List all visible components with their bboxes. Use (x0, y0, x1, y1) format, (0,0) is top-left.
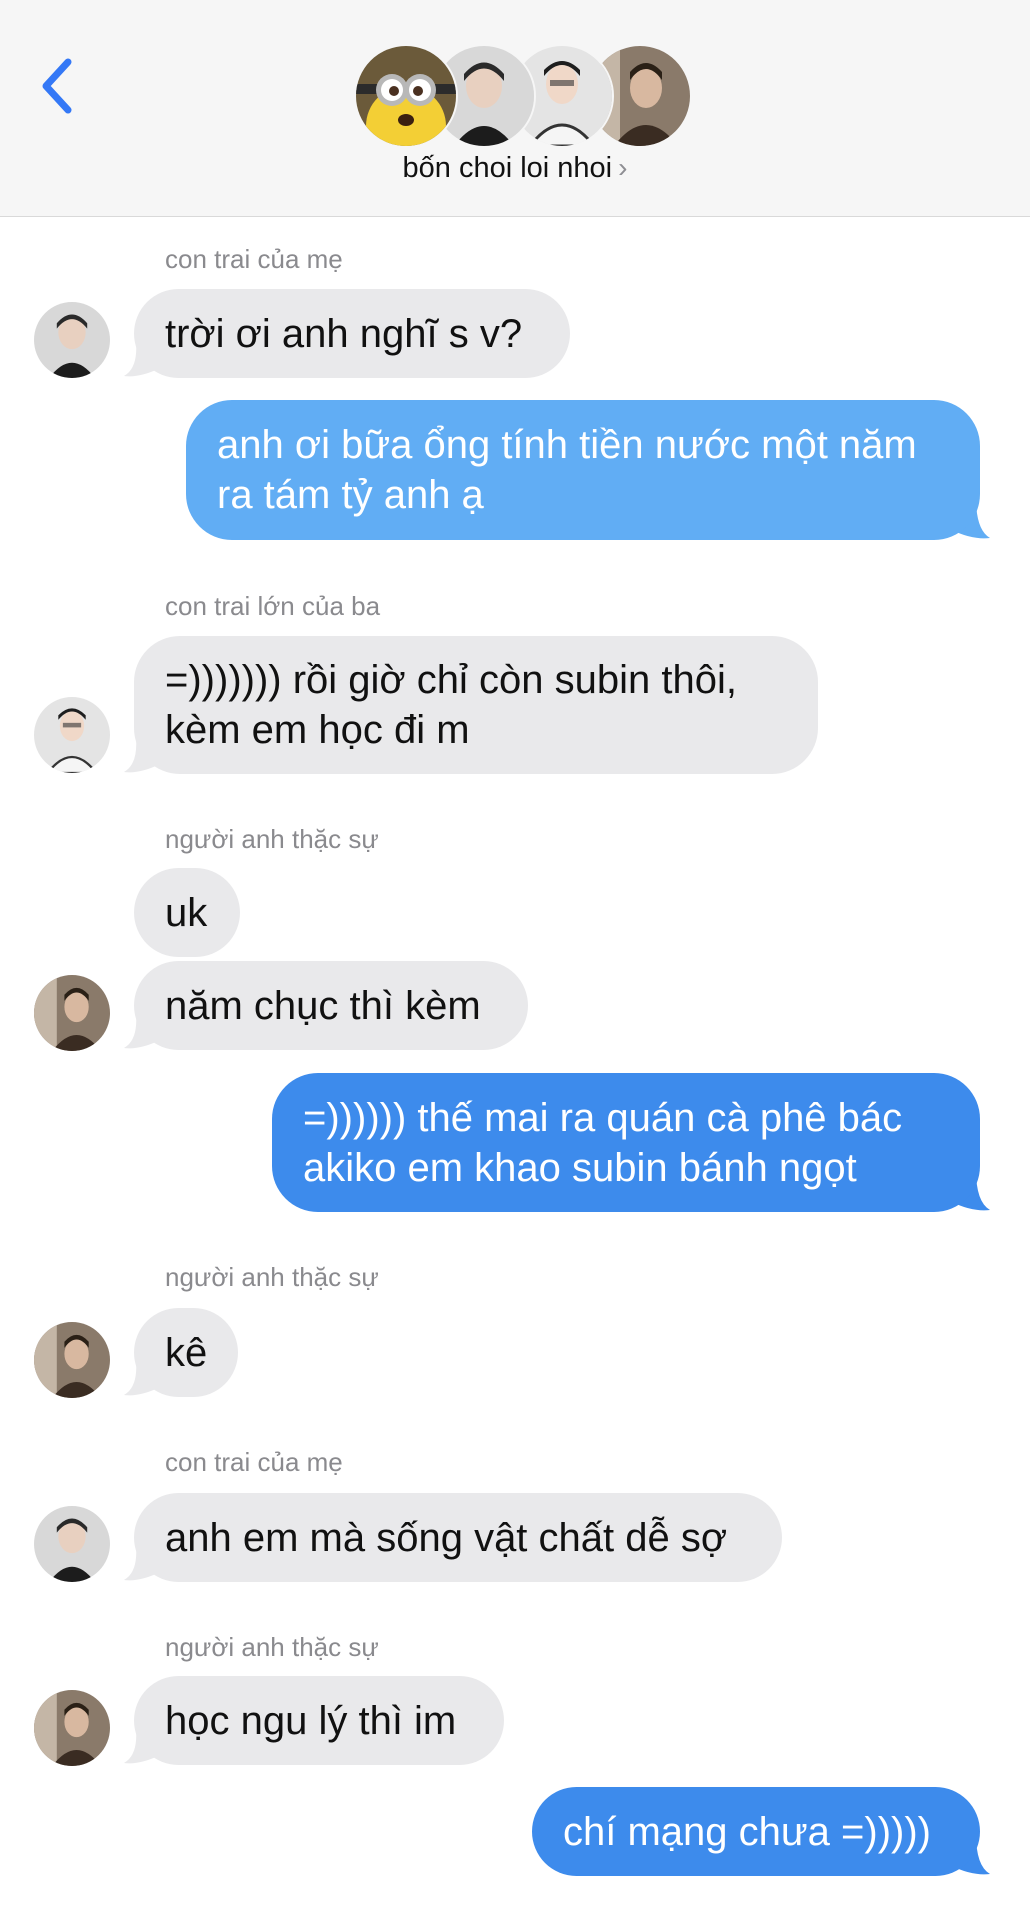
message-bubble[interactable]: =))))))) rồi giờ chỉ còn subin thôi, kèm… (134, 636, 818, 774)
back-button[interactable] (36, 56, 80, 116)
sender-name: người anh thặc sự (165, 1632, 379, 1662)
sender-avatar[interactable] (34, 1690, 110, 1766)
message-bubble[interactable]: chí mạng chưa =))))) (532, 1787, 980, 1876)
sender-avatar[interactable] (34, 975, 110, 1051)
sender-name: con trai của mẹ (165, 1447, 343, 1477)
message-bubble[interactable]: kê (134, 1308, 238, 1397)
message-text: uk (165, 890, 208, 935)
message-text: anh ơi bữa ổng tính tiền nước một năm (217, 423, 917, 467)
chat-header: bốn choi loi nhoi › (0, 0, 1030, 217)
sender-name: người anh thặc sự (165, 1262, 379, 1292)
minion-avatar (354, 44, 458, 148)
message-text: ra tám tỷ anh ạ (217, 473, 484, 517)
message-bubble[interactable]: học ngu lý thì im (134, 1676, 504, 1765)
message-text: =)))))) thế mai ra quán cà phê bác (303, 1095, 903, 1140)
message-bubble[interactable]: trời ơi anh nghĩ s v? (134, 289, 570, 378)
message-bubble[interactable]: năm chục thì kèm (134, 961, 528, 1050)
message-text: anh em mà sống vật chất dễ sợ (165, 1515, 728, 1560)
message-text: =))))))) rồi giờ chỉ còn subin thôi, (165, 658, 737, 702)
sender-avatar[interactable] (34, 1322, 110, 1398)
group-avatars[interactable] (354, 44, 692, 148)
sender-name: người anh thặc sự (165, 824, 379, 854)
sender-avatar[interactable] (34, 697, 110, 773)
sender-avatar[interactable] (34, 1506, 110, 1582)
message-bubble[interactable]: uk (134, 868, 240, 957)
message-bubble[interactable]: anh em mà sống vật chất dễ sợ (134, 1493, 782, 1582)
chevron-left-icon (42, 58, 72, 114)
message-text: kê (165, 1330, 208, 1375)
message-text: chí mạng chưa =))))) (563, 1809, 931, 1854)
group-name-button[interactable]: bốn choi loi nhoi › (0, 152, 1030, 185)
message-bubble[interactable]: anh ơi bữa ổng tính tiền nước một năm ra… (186, 400, 980, 540)
sender-avatar[interactable] (34, 302, 110, 378)
message-text: kèm em học đi m (165, 708, 470, 752)
message-text: trời ơi anh nghĩ s v? (165, 311, 523, 356)
message-text: năm chục thì kèm (165, 983, 481, 1028)
message-text: akiko em khao subin bánh ngọt (303, 1145, 857, 1190)
chevron-right-icon: › (618, 152, 628, 183)
group-name-label: bốn choi loi nhoi (402, 152, 613, 184)
message-bubble[interactable]: =)))))) thế mai ra quán cà phê bác akiko… (272, 1073, 980, 1212)
sender-name: con trai lớn của ba (165, 591, 381, 621)
sender-name: con trai của mẹ (165, 244, 343, 274)
message-text: học ngu lý thì im (165, 1698, 457, 1743)
